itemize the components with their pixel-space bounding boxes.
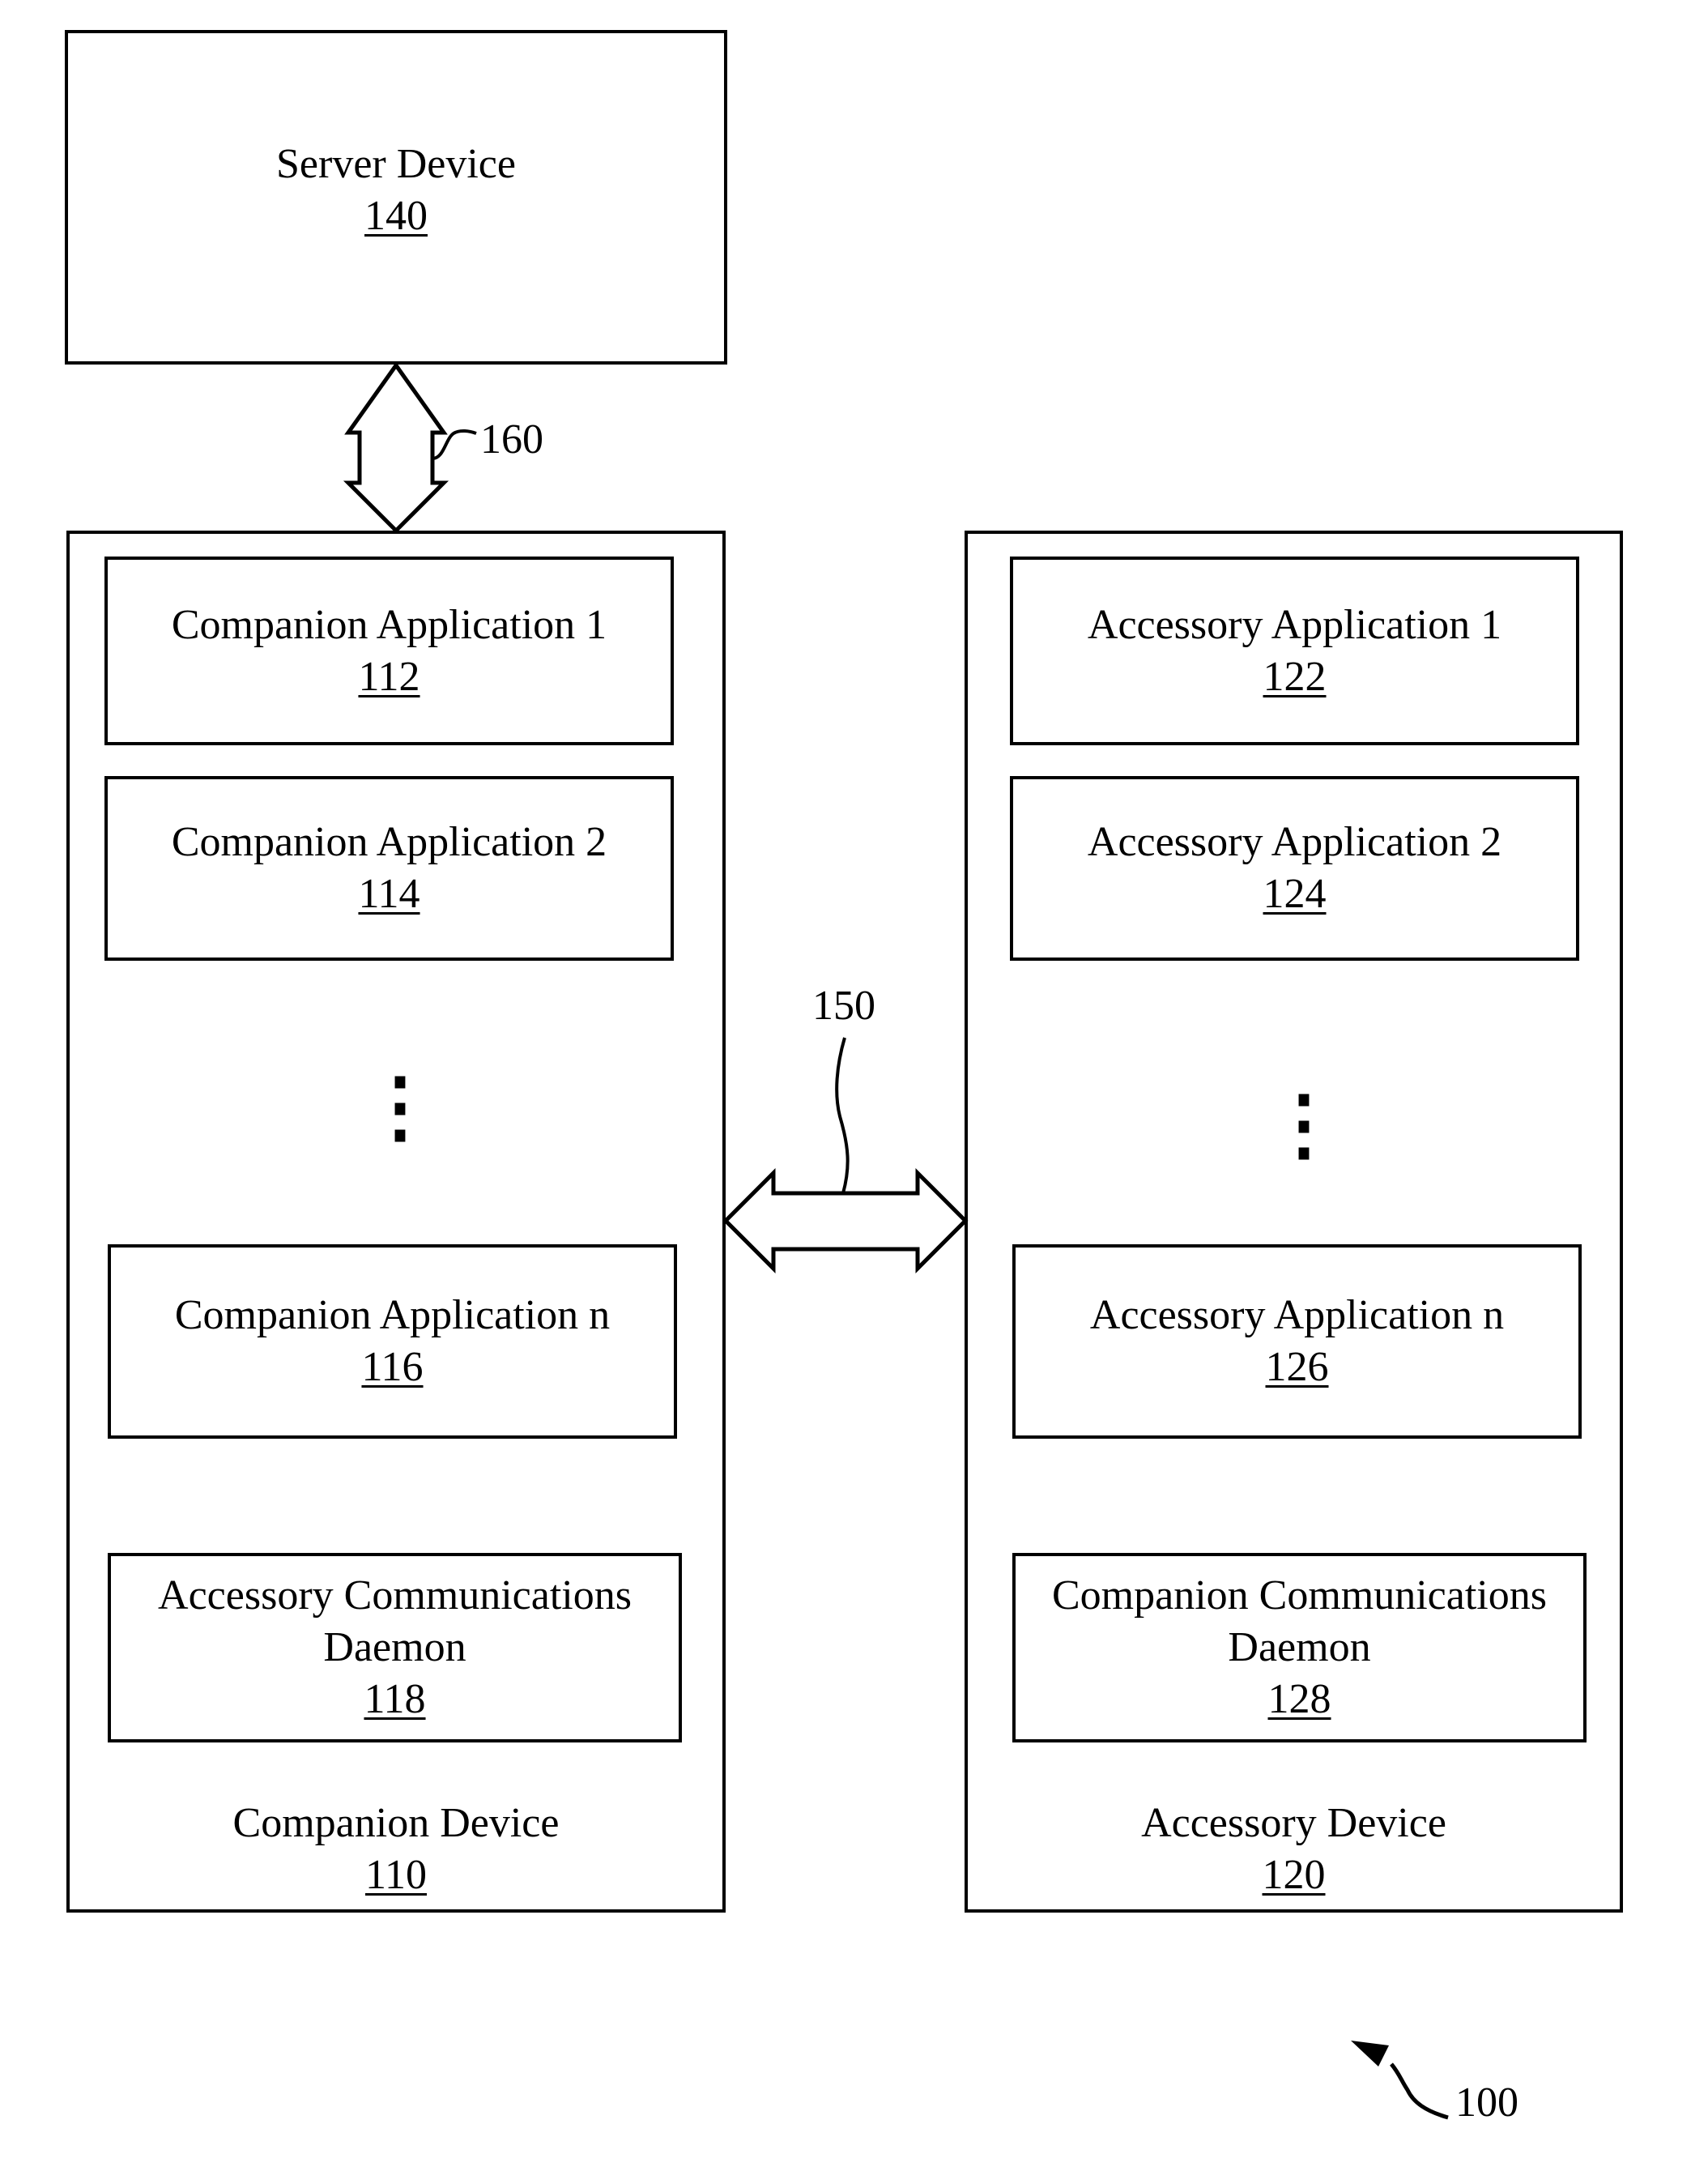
figure-ref-leader-line xyxy=(1390,2062,1449,2120)
companion-app-1-box: Companion Application 1 112 xyxy=(104,557,674,745)
companion-device-title: Companion Device xyxy=(232,1800,560,1846)
accessory-app-1-title: Accessory Application 1 xyxy=(1087,601,1502,648)
accessory-app-1-ref: 122 xyxy=(1263,653,1327,700)
companion-app-n-title: Companion Application n xyxy=(174,1292,611,1338)
accessory-app-1-box: Accessory Application 1 122 xyxy=(1010,557,1579,745)
companion-app-2-title: Companion Application 2 xyxy=(171,819,607,865)
accessory-communications-daemon-title-line1: Accessory Communications xyxy=(158,1572,632,1619)
accessory-device-title: Accessory Device xyxy=(1141,1800,1446,1846)
accessory-communications-daemon-box: Accessory Communications Daemon 118 xyxy=(108,1553,682,1742)
accessory-device-box: Accessory Application 1 122 Accessory Ap… xyxy=(965,531,1623,1913)
server-device-box: Server Device 140 xyxy=(65,30,727,365)
companion-app-2-ref: 114 xyxy=(358,871,420,917)
device-link-ref-label: 150 xyxy=(812,983,875,1029)
companion-communications-daemon-ref: 128 xyxy=(1267,1676,1331,1722)
accessory-app-n-ref: 126 xyxy=(1265,1344,1329,1390)
companion-app-n-box: Companion Application n 116 xyxy=(108,1244,677,1439)
accessory-app-2-box: Accessory Application 2 124 xyxy=(1010,776,1579,961)
companion-apps-ellipsis: ⋮ xyxy=(361,1064,439,1150)
server-link-leader-line xyxy=(432,429,477,460)
server-link-ref-label: 160 xyxy=(480,416,543,463)
device-link-leader-line xyxy=(835,1037,850,1194)
companion-communications-daemon-title-line2: Daemon xyxy=(1228,1624,1371,1670)
figure-ref-arrowhead xyxy=(1351,2041,1389,2067)
figure-ref-label: 100 xyxy=(1455,2079,1518,2126)
companion-device-ref: 110 xyxy=(364,1852,428,1898)
server-device-ref: 140 xyxy=(364,193,428,240)
server-device-title: Server Device xyxy=(276,141,516,188)
companion-app-2-box: Companion Application 2 114 xyxy=(104,776,674,961)
companion-communications-daemon-box: Companion Communications Daemon 128 xyxy=(1012,1553,1587,1742)
companion-app-1-ref: 112 xyxy=(358,653,420,700)
companion-device-box: Companion Application 1 112 Companion Ap… xyxy=(66,531,726,1913)
accessory-communications-daemon-title-line2: Daemon xyxy=(323,1624,466,1670)
accessory-app-2-title: Accessory Application 2 xyxy=(1087,819,1502,865)
companion-accessory-double-arrow xyxy=(722,1167,969,1274)
accessory-app-n-box: Accessory Application n 126 xyxy=(1012,1244,1582,1439)
server-companion-double-arrow xyxy=(343,361,449,534)
accessory-app-2-ref: 124 xyxy=(1263,871,1327,917)
accessory-device-ref: 120 xyxy=(1262,1852,1326,1898)
accessory-apps-ellipsis: ⋮ xyxy=(1265,1081,1343,1168)
companion-app-1-title: Companion Application 1 xyxy=(171,601,607,648)
accessory-communications-daemon-ref: 118 xyxy=(364,1676,426,1722)
companion-communications-daemon-title-line1: Companion Communications xyxy=(1052,1572,1547,1619)
companion-app-n-ref: 116 xyxy=(361,1344,424,1390)
accessory-app-n-title: Accessory Application n xyxy=(1089,1292,1505,1338)
